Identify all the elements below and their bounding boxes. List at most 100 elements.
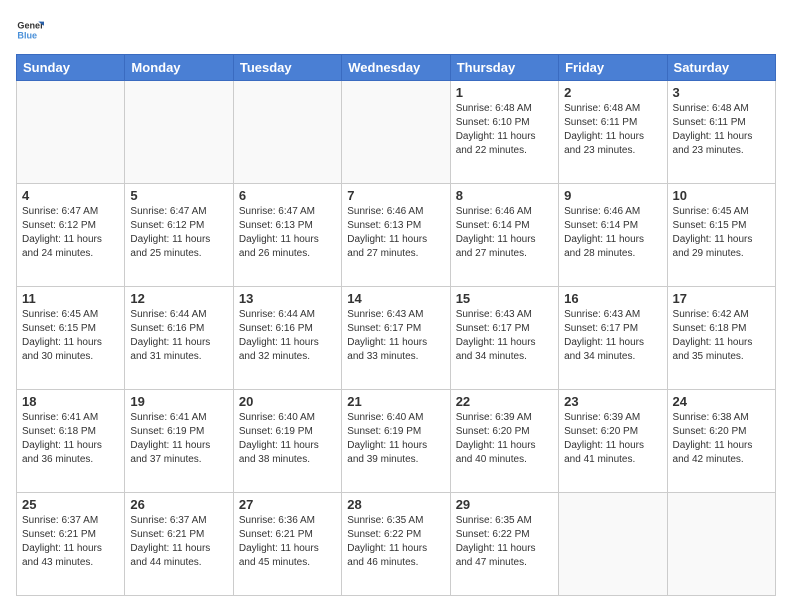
day-number: 4: [22, 188, 119, 203]
calendar-cell: [233, 81, 341, 184]
day-info: Sunrise: 6:46 AM Sunset: 6:14 PM Dayligh…: [564, 205, 661, 261]
calendar-cell: [667, 493, 775, 596]
day-number: 26: [130, 497, 227, 512]
calendar-cell: 20 Sunrise: 6:40 AM Sunset: 6:19 PM Dayli…: [233, 390, 341, 493]
week-row-2: 4 Sunrise: 6:47 AM Sunset: 6:12 PM Daylig…: [17, 184, 776, 287]
svg-text:Blue: Blue: [17, 30, 37, 40]
col-header-wednesday: Wednesday: [342, 55, 450, 81]
calendar-cell: 22Sunrise: 6:39 AM Sunset: 6:20 PM Dayli…: [450, 390, 558, 493]
calendar-cell: 5Sunrise: 6:47 AM Sunset: 6:12 PM Daylig…: [125, 184, 233, 287]
day-number: 15: [456, 291, 553, 306]
day-number: 19: [130, 394, 227, 409]
day-number: 22: [456, 394, 553, 409]
day-info: Sunrise: 6:37 AM Sunset: 6:21 PM Dayligh…: [130, 514, 227, 570]
header: General Blue: [16, 16, 776, 44]
calendar-cell: 7 Sunrise: 6:46 AM Sunset: 6:13 PM Daylig…: [342, 184, 450, 287]
day-info: Sunrise: 6:42 AM Sunset: 6:18 PM Dayligh…: [673, 308, 770, 364]
day-info: Sunrise: 6:35 AM Sunset: 6:22 PM Dayligh…: [347, 514, 444, 570]
calendar-cell: 15 Sunrise: 6:43 AM Sunset: 6:17 PM Dayli…: [450, 287, 558, 390]
day-info: Sunrise: 6:41 AM Sunset: 6:18 PM Dayligh…: [22, 411, 119, 467]
day-number: 11: [22, 291, 119, 306]
calendar-cell: 28Sunrise: 6:35 AM Sunset: 6:22 PM Dayli…: [342, 493, 450, 596]
day-number: 10: [673, 188, 770, 203]
day-info: Sunrise: 6:47 AM Sunset: 6:13 PM Dayligh…: [239, 205, 336, 261]
day-number: 13: [239, 291, 336, 306]
page: General Blue SundayMondayTuesdayWednesda…: [0, 0, 792, 612]
day-info: Sunrise: 6:43 AM Sunset: 6:17 PM Dayligh…: [347, 308, 444, 364]
day-number: 17: [673, 291, 770, 306]
calendar-cell: [559, 493, 667, 596]
day-info: Sunrise: 6:47 AM Sunset: 6:12 PM Dayligh…: [22, 205, 119, 261]
calendar-cell: 24Sunrise: 6:38 AM Sunset: 6:20 PM Dayli…: [667, 390, 775, 493]
day-info: Sunrise: 6:44 AM Sunset: 6:16 PM Dayligh…: [239, 308, 336, 364]
calendar-cell: 14 Sunrise: 6:43 AM Sunset: 6:17 PM Dayli…: [342, 287, 450, 390]
day-info: Sunrise: 6:46 AM Sunset: 6:14 PM Dayligh…: [456, 205, 553, 261]
day-number: 27: [239, 497, 336, 512]
day-info: Sunrise: 6:47 AM Sunset: 6:12 PM Dayligh…: [130, 205, 227, 261]
day-number: 1: [456, 85, 553, 100]
calendar-cell: 3 Sunrise: 6:48 AM Sunset: 6:11 PM Daylig…: [667, 81, 775, 184]
col-header-monday: Monday: [125, 55, 233, 81]
col-header-friday: Friday: [559, 55, 667, 81]
day-info: Sunrise: 6:46 AM Sunset: 6:13 PM Dayligh…: [347, 205, 444, 261]
day-number: 2: [564, 85, 661, 100]
col-header-thursday: Thursday: [450, 55, 558, 81]
calendar-cell: [125, 81, 233, 184]
day-info: Sunrise: 6:40 AM Sunset: 6:19 PM Dayligh…: [347, 411, 444, 467]
calendar-cell: 29 Sunrise: 6:35 AM Sunset: 6:22 PM Dayli…: [450, 493, 558, 596]
day-info: Sunrise: 6:48 AM Sunset: 6:11 PM Dayligh…: [673, 102, 770, 158]
day-number: 12: [130, 291, 227, 306]
calendar-cell: 13 Sunrise: 6:44 AM Sunset: 6:16 PM Dayli…: [233, 287, 341, 390]
day-number: 3: [673, 85, 770, 100]
day-number: 8: [456, 188, 553, 203]
day-number: 24: [673, 394, 770, 409]
col-header-tuesday: Tuesday: [233, 55, 341, 81]
calendar-cell: 16Sunrise: 6:43 AM Sunset: 6:17 PM Dayli…: [559, 287, 667, 390]
calendar-cell: 2 Sunrise: 6:48 AM Sunset: 6:11 PM Daylig…: [559, 81, 667, 184]
day-number: 14: [347, 291, 444, 306]
calendar-cell: 10 Sunrise: 6:45 AM Sunset: 6:15 PM Dayli…: [667, 184, 775, 287]
day-number: 29: [456, 497, 553, 512]
day-info: Sunrise: 6:43 AM Sunset: 6:17 PM Dayligh…: [564, 308, 661, 364]
day-info: Sunrise: 6:48 AM Sunset: 6:10 PM Dayligh…: [456, 102, 553, 158]
calendar-cell: 18 Sunrise: 6:41 AM Sunset: 6:18 PM Dayli…: [17, 390, 125, 493]
day-number: 20: [239, 394, 336, 409]
day-info: Sunrise: 6:48 AM Sunset: 6:11 PM Dayligh…: [564, 102, 661, 158]
week-row-1: 1 Sunrise: 6:48 AM Sunset: 6:10 PM Daylig…: [17, 81, 776, 184]
calendar-cell: 12 Sunrise: 6:44 AM Sunset: 6:16 PM Dayli…: [125, 287, 233, 390]
day-info: Sunrise: 6:45 AM Sunset: 6:15 PM Dayligh…: [22, 308, 119, 364]
day-number: 25: [22, 497, 119, 512]
day-number: 18: [22, 394, 119, 409]
day-info: Sunrise: 6:37 AM Sunset: 6:21 PM Dayligh…: [22, 514, 119, 570]
calendar-cell: 25 Sunrise: 6:37 AM Sunset: 6:21 PM Dayli…: [17, 493, 125, 596]
day-info: Sunrise: 6:41 AM Sunset: 6:19 PM Dayligh…: [130, 411, 227, 467]
day-number: 7: [347, 188, 444, 203]
calendar-cell: 1 Sunrise: 6:48 AM Sunset: 6:10 PM Daylig…: [450, 81, 558, 184]
logo-icon: General Blue: [16, 16, 44, 44]
calendar-cell: 27 Sunrise: 6:36 AM Sunset: 6:21 PM Dayli…: [233, 493, 341, 596]
calendar-table: SundayMondayTuesdayWednesdayThursdayFrid…: [16, 54, 776, 596]
week-row-4: 18 Sunrise: 6:41 AM Sunset: 6:18 PM Dayli…: [17, 390, 776, 493]
day-number: 21: [347, 394, 444, 409]
col-header-saturday: Saturday: [667, 55, 775, 81]
day-info: Sunrise: 6:43 AM Sunset: 6:17 PM Dayligh…: [456, 308, 553, 364]
day-info: Sunrise: 6:36 AM Sunset: 6:21 PM Dayligh…: [239, 514, 336, 570]
day-number: 9: [564, 188, 661, 203]
day-info: Sunrise: 6:40 AM Sunset: 6:19 PM Dayligh…: [239, 411, 336, 467]
week-row-3: 11 Sunrise: 6:45 AM Sunset: 6:15 PM Dayli…: [17, 287, 776, 390]
calendar-cell: 8 Sunrise: 6:46 AM Sunset: 6:14 PM Daylig…: [450, 184, 558, 287]
calendar-cell: 19 Sunrise: 6:41 AM Sunset: 6:19 PM Dayli…: [125, 390, 233, 493]
week-row-5: 25 Sunrise: 6:37 AM Sunset: 6:21 PM Dayli…: [17, 493, 776, 596]
day-info: Sunrise: 6:45 AM Sunset: 6:15 PM Dayligh…: [673, 205, 770, 261]
calendar-cell: 4 Sunrise: 6:47 AM Sunset: 6:12 PM Daylig…: [17, 184, 125, 287]
day-info: Sunrise: 6:44 AM Sunset: 6:16 PM Dayligh…: [130, 308, 227, 364]
day-info: Sunrise: 6:35 AM Sunset: 6:22 PM Dayligh…: [456, 514, 553, 570]
calendar-cell: [17, 81, 125, 184]
day-number: 6: [239, 188, 336, 203]
calendar-cell: 26 Sunrise: 6:37 AM Sunset: 6:21 PM Dayli…: [125, 493, 233, 596]
calendar-cell: [342, 81, 450, 184]
calendar-cell: 6 Sunrise: 6:47 AM Sunset: 6:13 PM Daylig…: [233, 184, 341, 287]
calendar-cell: 11 Sunrise: 6:45 AM Sunset: 6:15 PM Dayli…: [17, 287, 125, 390]
day-info: Sunrise: 6:39 AM Sunset: 6:20 PM Dayligh…: [564, 411, 661, 467]
calendar-cell: 23Sunrise: 6:39 AM Sunset: 6:20 PM Dayli…: [559, 390, 667, 493]
